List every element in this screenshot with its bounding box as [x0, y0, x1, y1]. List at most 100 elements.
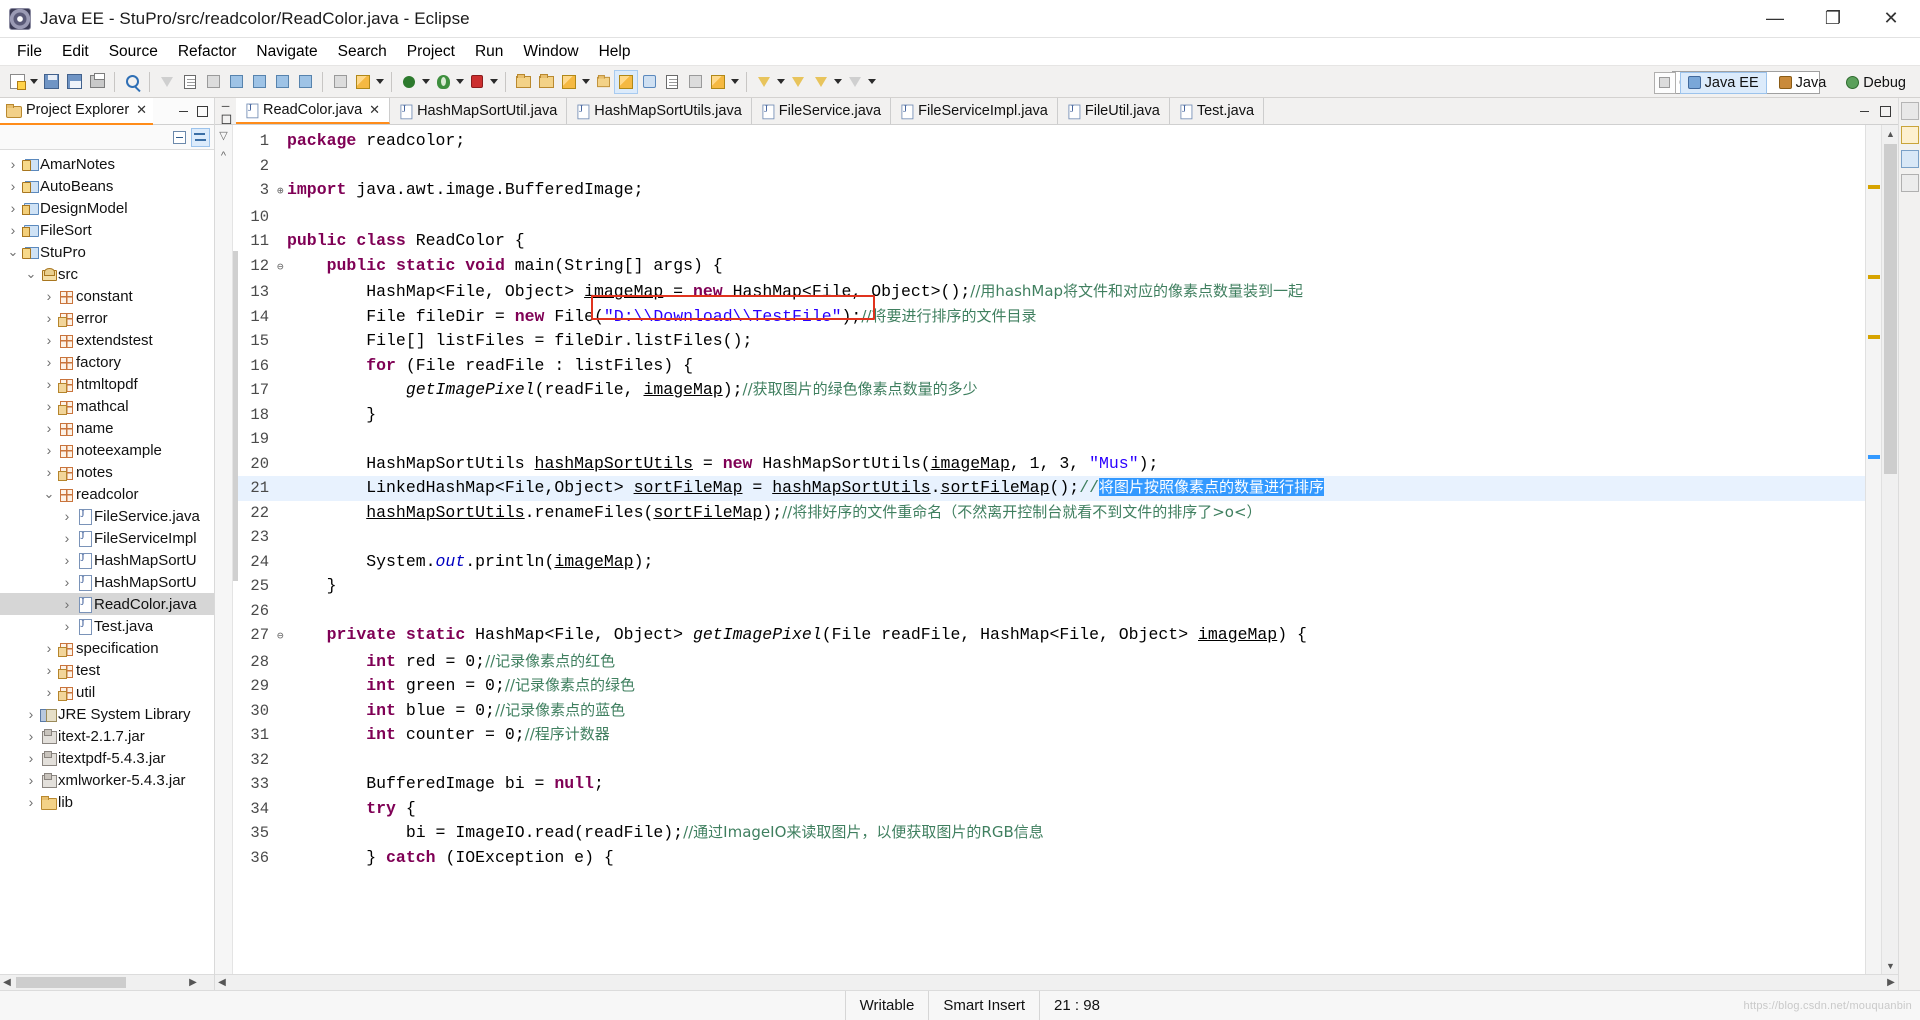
task-list-icon[interactable]	[1901, 126, 1919, 144]
chevron-right-icon[interactable]	[42, 662, 56, 678]
chevron-right-icon[interactable]	[24, 750, 38, 766]
editor-tab[interactable]: HashMapSortUtils.java	[567, 98, 751, 124]
task-icon[interactable]	[202, 71, 224, 93]
tree-item[interactable]: constant	[0, 285, 214, 307]
save-all-icon[interactable]	[63, 71, 85, 93]
chevron-right-icon[interactable]	[24, 794, 38, 810]
scroll-right-icon[interactable]: ▶	[186, 976, 200, 990]
tree-item[interactable]: factory	[0, 351, 214, 373]
chevron-right-icon[interactable]	[42, 684, 56, 700]
tab-project-explorer[interactable]: Project Explorer ✕	[0, 98, 153, 125]
properties-icon[interactable]	[684, 71, 706, 93]
vscroll-thumb[interactable]	[1884, 144, 1897, 474]
source-code[interactable]: 1package readcolor; 2 3⊕import java.awt.…	[233, 125, 1865, 870]
tree-item[interactable]: itext-2.1.7.jar	[0, 725, 214, 747]
open-perspective-icon[interactable]	[1654, 72, 1676, 94]
last-edit-dropdown-icon[interactable]	[833, 72, 843, 92]
editor-minimize-icon[interactable]	[1859, 105, 1871, 117]
edit-icon[interactable]	[615, 71, 637, 93]
editor-tab[interactable]: Test.java	[1170, 98, 1264, 124]
chevron-right-icon[interactable]	[60, 574, 74, 590]
scroll-left-icon[interactable]: ◀	[0, 976, 14, 990]
chevron-right-icon[interactable]	[42, 354, 56, 370]
run-last-icon[interactable]	[156, 71, 178, 93]
link-with-editor-icon[interactable]	[191, 128, 210, 147]
menu-help[interactable]: Help	[589, 40, 641, 64]
next-annotation-icon[interactable]	[787, 71, 809, 93]
perspective-java[interactable]: Java	[1771, 72, 1835, 94]
coverage-icon[interactable]	[352, 71, 374, 93]
tree-item[interactable]: FileSort	[0, 219, 214, 241]
toggle-marker-icon[interactable]	[179, 71, 201, 93]
close-tab-icon[interactable]: ✕	[369, 102, 380, 118]
perspective-debug[interactable]: Debug	[1838, 72, 1914, 94]
servers-icon[interactable]	[1901, 174, 1919, 192]
code-editor[interactable]: 1package readcolor; 2 3⊕import java.awt.…	[233, 125, 1865, 974]
previous-annotation-icon[interactable]	[753, 71, 775, 93]
tree-item[interactable]: util	[0, 681, 214, 703]
chevron-right-icon[interactable]	[60, 596, 74, 612]
tree-item[interactable]: name	[0, 417, 214, 439]
perspective-java-ee[interactable]: Java EE	[1680, 72, 1767, 94]
tree-item[interactable]: AutoBeans	[0, 175, 214, 197]
chevron-right-icon[interactable]	[24, 706, 38, 722]
tree-item[interactable]: FileService.java	[0, 505, 214, 527]
editor-vscrollbar[interactable]: ▲ ▼	[1881, 125, 1898, 974]
tree-item[interactable]: StuPro	[0, 241, 214, 263]
menu-file[interactable]: File	[7, 40, 52, 64]
tree-item[interactable]: FileServiceImpl	[0, 527, 214, 549]
menu-source[interactable]: Source	[99, 40, 168, 64]
open-resource-icon[interactable]	[535, 71, 557, 93]
tree-item[interactable]: Test.java	[0, 615, 214, 637]
tree-item[interactable]: readcolor	[0, 483, 214, 505]
debug-bug-icon[interactable]	[398, 71, 420, 93]
editor-tab[interactable]: ReadColor.java✕	[236, 98, 390, 124]
minimize-view-icon[interactable]	[178, 105, 190, 117]
chevron-right-icon[interactable]	[42, 288, 56, 304]
chevron-right-icon[interactable]	[42, 332, 56, 348]
tree-item[interactable]: itextpdf-5.4.3.jar	[0, 747, 214, 769]
new-dropdown-icon[interactable]	[29, 72, 39, 92]
maximize-editor-icon[interactable]	[220, 114, 230, 123]
chevron-right-icon[interactable]	[42, 442, 56, 458]
search-icon[interactable]	[121, 71, 143, 93]
chevron-right-icon[interactable]	[42, 464, 56, 480]
open-type-icon[interactable]	[512, 71, 534, 93]
chevron-down-icon[interactable]	[42, 490, 56, 498]
chevron-right-icon[interactable]	[24, 728, 38, 744]
tree-item[interactable]: ReadColor.java	[0, 593, 214, 615]
chevron-down-icon[interactable]	[24, 270, 38, 278]
quickfix-dropdown-icon[interactable]	[730, 72, 740, 92]
tree-item[interactable]: HashMapSortU	[0, 549, 214, 571]
run-server-icon[interactable]	[466, 71, 488, 93]
chevron-down-icon[interactable]	[6, 248, 20, 256]
menu-window[interactable]: Window	[513, 40, 588, 64]
menu-navigate[interactable]: Navigate	[246, 40, 327, 64]
chevron-right-icon[interactable]	[42, 398, 56, 414]
tree-item[interactable]: mathcal	[0, 395, 214, 417]
tree-item[interactable]: JRE System Library	[0, 703, 214, 725]
step-over-icon[interactable]	[225, 71, 247, 93]
link-icon[interactable]	[638, 71, 660, 93]
quickfix-icon[interactable]	[707, 71, 729, 93]
editor-scroll-right-icon[interactable]: ▶	[1884, 976, 1898, 990]
chevron-right-icon[interactable]	[6, 178, 20, 194]
run-icon[interactable]	[432, 71, 454, 93]
scroll-down-icon[interactable]: ▼	[1882, 957, 1899, 974]
close-icon[interactable]: ✕	[136, 102, 147, 118]
project-tree[interactable]: AmarNotesAutoBeansDesignModelFileSortStu…	[0, 150, 214, 974]
tree-item[interactable]: src	[0, 263, 214, 285]
annotation-overview-ruler[interactable]	[1865, 125, 1881, 974]
editor-hscrollbar[interactable]: ◀ ▶	[215, 974, 1898, 990]
menu-refactor[interactable]: Refactor	[168, 40, 247, 64]
chevron-right-icon[interactable]	[6, 222, 20, 238]
chevron-right-icon[interactable]	[6, 200, 20, 216]
palette-icon[interactable]	[1901, 150, 1919, 168]
close-button[interactable]: ✕	[1862, 0, 1920, 38]
new-package-icon[interactable]	[592, 71, 614, 93]
new-java-class-icon[interactable]	[558, 71, 580, 93]
minimize-button[interactable]: —	[1746, 0, 1804, 38]
last-edit-icon[interactable]	[810, 71, 832, 93]
tree-item[interactable]: error	[0, 307, 214, 329]
chevron-right-icon[interactable]	[42, 376, 56, 392]
